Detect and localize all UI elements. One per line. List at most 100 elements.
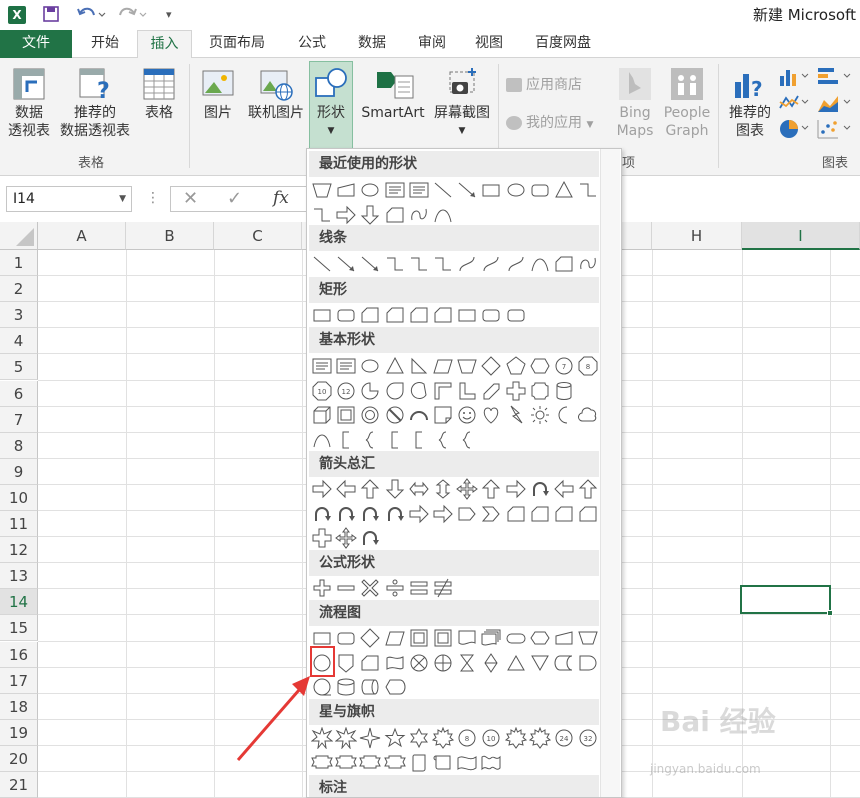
line-shape-scurve-icon[interactable] xyxy=(480,253,502,275)
row-header-6[interactable]: 6 xyxy=(0,380,38,407)
undo-icon[interactable] xyxy=(76,5,106,25)
tab-baidu-netdisk[interactable]: 百度网盘 xyxy=(522,30,604,58)
recent-shape-curve-icon[interactable] xyxy=(432,204,454,226)
tab-formulas[interactable]: 公式 xyxy=(284,30,340,58)
column-header-c[interactable]: C xyxy=(214,222,302,250)
basic-shape-bracket-icon[interactable] xyxy=(335,429,357,451)
recent-shape-arD-icon[interactable] xyxy=(359,204,381,226)
star-shape-starN-icon[interactable] xyxy=(528,726,551,749)
star-shape-circle-icon[interactable]: 32 xyxy=(577,727,599,749)
basic-shape-smile-icon[interactable] xyxy=(456,404,478,426)
line-shape-arrowline-icon[interactable] xyxy=(359,253,381,275)
rect-shape-rect-icon[interactable] xyxy=(311,304,333,326)
flowchart-shape-offpage-icon[interactable] xyxy=(335,652,357,674)
recent-shape-card-icon[interactable] xyxy=(384,204,406,226)
bing-maps-button[interactable]: Bing Maps xyxy=(612,66,658,140)
rect-shape-rrect-icon[interactable] xyxy=(505,304,527,326)
basic-shape-plaque-icon[interactable] xyxy=(529,380,551,402)
flowchart-shape-multidoc-icon[interactable] xyxy=(480,627,502,649)
line-shape-elbow-icon[interactable] xyxy=(384,253,406,275)
star-shape-star5-icon[interactable] xyxy=(384,727,406,749)
basic-shape-pent-icon[interactable] xyxy=(505,355,527,377)
rect-shape-rrect-icon[interactable] xyxy=(335,304,357,326)
equation-shape-neq-icon[interactable] xyxy=(432,577,454,599)
flowchart-shape-display-icon[interactable] xyxy=(384,676,406,698)
more-options-icon[interactable]: ⋮ xyxy=(146,190,160,206)
recent-shape-oval-icon[interactable] xyxy=(359,179,381,201)
basic-shape-curve-icon[interactable] xyxy=(311,429,333,451)
basic-shape-diamond-icon[interactable] xyxy=(480,355,502,377)
basic-shape-textbox-icon[interactable] xyxy=(311,355,333,377)
flowchart-shape-merge-icon[interactable] xyxy=(529,652,551,674)
online-picture-button[interactable]: 联机图片 xyxy=(244,66,308,122)
tab-file[interactable]: 文件 xyxy=(0,30,72,58)
recent-shape-free-icon[interactable] xyxy=(408,204,430,226)
cancel-icon[interactable]: ✕ xyxy=(183,188,198,209)
recommended-charts-button[interactable]: ? 推荐的 图表 xyxy=(724,66,776,140)
flowchart-shape-card-icon[interactable] xyxy=(359,652,381,674)
row-header-9[interactable]: 9 xyxy=(0,458,38,485)
basic-shape-bolt-icon[interactable] xyxy=(505,404,527,426)
arrow-shape-pentArrow-icon[interactable] xyxy=(456,503,478,525)
basic-shape-lshape-icon[interactable] xyxy=(456,380,478,402)
star-shape-star4-icon[interactable] xyxy=(359,727,381,749)
recent-shape-elbow-icon[interactable] xyxy=(577,179,599,201)
basic-shape-brace-icon[interactable] xyxy=(432,429,454,451)
arrow-shape-arUD-icon[interactable] xyxy=(432,478,454,500)
tab-home[interactable]: 开始 xyxy=(78,30,132,58)
star-shape-circle-icon[interactable]: 24 xyxy=(553,727,575,749)
recent-shape-elbow-icon[interactable] xyxy=(311,204,333,226)
tab-view[interactable]: 视图 xyxy=(462,30,516,58)
equation-shape-plus-icon[interactable] xyxy=(311,577,333,599)
basic-shape-heart-icon[interactable] xyxy=(480,404,502,426)
star-shape-burst-icon[interactable] xyxy=(334,726,358,750)
star-shape-vscrollShape-icon[interactable] xyxy=(408,752,430,774)
row-header-17[interactable]: 17 xyxy=(0,667,38,694)
enter-check-icon[interactable]: ✓ xyxy=(227,188,242,209)
basic-shape-sun-icon[interactable] xyxy=(529,404,551,426)
table-button[interactable]: 表格 xyxy=(136,66,182,122)
arrow-shape-arU-icon[interactable] xyxy=(480,478,502,500)
basic-shape-chord-icon[interactable] xyxy=(408,380,430,402)
fill-handle[interactable] xyxy=(827,610,833,616)
star-shape-ribbon-icon[interactable] xyxy=(335,752,357,774)
tab-review[interactable]: 审阅 xyxy=(404,30,460,58)
basic-shape-frame-icon[interactable] xyxy=(335,404,357,426)
column-header-h[interactable]: H xyxy=(652,222,742,250)
tab-insert[interactable]: 插入 xyxy=(137,30,192,59)
row-header-18[interactable]: 18 xyxy=(0,693,38,720)
row-header-12[interactable]: 12 xyxy=(0,537,38,564)
flowchart-shape-frame-icon[interactable] xyxy=(432,627,454,649)
line-shape-curve-icon[interactable] xyxy=(529,253,551,275)
basic-shape-tri-icon[interactable] xyxy=(384,355,406,377)
equation-shape-times-icon[interactable] xyxy=(359,577,381,599)
redo-icon[interactable] xyxy=(118,5,148,25)
scatter-chart-icon[interactable] xyxy=(816,118,856,140)
basic-shape-oval-icon[interactable] xyxy=(359,355,381,377)
arrow-shape-arU-icon[interactable] xyxy=(359,478,381,500)
row-header-3[interactable]: 3 xyxy=(0,302,38,329)
star-shape-starN-icon[interactable] xyxy=(504,726,527,749)
basic-shape-bracket-icon[interactable] xyxy=(408,429,430,451)
flowchart-shape-sumJ-icon[interactable] xyxy=(408,652,430,674)
line-shape-scurve-icon[interactable] xyxy=(456,253,478,275)
rect-shape-rrect-icon[interactable] xyxy=(480,304,502,326)
arrow-shape-card-icon[interactable] xyxy=(553,503,575,525)
picture-button[interactable]: 图片 xyxy=(196,66,240,122)
column-header-b[interactable]: B xyxy=(126,222,214,250)
row-header-5[interactable]: 5 xyxy=(0,354,38,381)
row-header-2[interactable]: 2 xyxy=(0,276,38,303)
flowchart-shape-extract-icon[interactable] xyxy=(505,652,527,674)
my-apps-button[interactable]: 我的应用 ▼ xyxy=(506,114,610,134)
row-header-15[interactable]: 15 xyxy=(0,615,38,642)
arrow-shape-arL-icon[interactable] xyxy=(335,478,357,500)
area-chart-icon[interactable] xyxy=(816,92,856,114)
arrow-shape-ar4-icon[interactable] xyxy=(335,527,358,549)
star-shape-circle-icon[interactable]: 8 xyxy=(456,727,478,749)
equation-shape-minus-icon[interactable] xyxy=(335,577,357,599)
basic-shape-hex-icon[interactable] xyxy=(529,355,551,377)
gallery-scrollbar[interactable] xyxy=(600,149,620,797)
arrow-shape-arD-icon[interactable] xyxy=(384,478,406,500)
line-shape-free-icon[interactable] xyxy=(577,253,599,275)
flowchart-shape-magDisk-icon[interactable] xyxy=(335,676,357,698)
